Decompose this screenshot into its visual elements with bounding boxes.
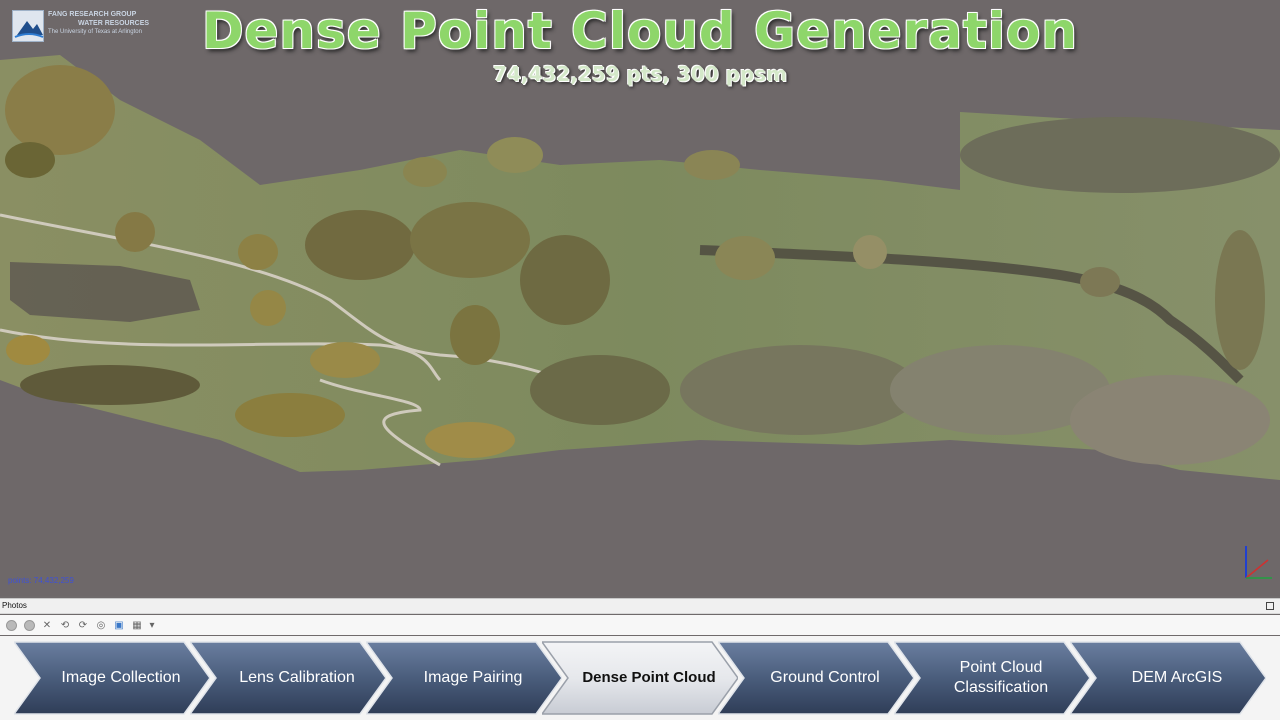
photos-panel-header: Photos	[0, 598, 1280, 614]
workflow-step-label: Dense Point Cloud	[582, 669, 716, 686]
dropdown-arrow-icon[interactable]: ▾	[148, 618, 156, 632]
3d-viewport[interactable]: FANG RESEARCH GROUP WATER RESOURCES The …	[0, 0, 1280, 596]
remove-icon[interactable]	[22, 618, 36, 632]
page-title: Dense Point Cloud Generation	[202, 2, 1078, 60]
workflow-step[interactable]: Image Collection	[14, 640, 210, 716]
workflow-step-label: Lens Calibration	[239, 669, 355, 686]
workflow-step[interactable]: DEM ArcGIS	[1070, 640, 1266, 716]
workflow-step[interactable]: Lens Calibration	[190, 640, 386, 716]
page-subtitle: 74,432,259 pts, 300 ppsm	[493, 62, 787, 86]
point-cloud-render	[0, 55, 1280, 480]
workflow-step-label: Point Cloud Classification	[953, 659, 1049, 696]
workflow-chevron-bar: Image Collection Lens Calibration Image Pa…	[0, 636, 1280, 720]
rotate-right-icon[interactable]: ⟳	[76, 618, 90, 632]
workflow-step-label: Image Collection	[61, 669, 181, 686]
photos-toolbar: ✕ ⟲ ⟳ ◎ ▣ ▦ ▾	[0, 615, 1280, 635]
points-count-readout: points: 74,432,259	[8, 576, 74, 585]
circle-icon[interactable]	[4, 618, 18, 632]
workflow-step[interactable]: Image Pairing	[366, 640, 562, 716]
workflow-step[interactable]: Ground Control	[718, 640, 914, 716]
workflow-step[interactable]: Point Cloud Classification	[894, 640, 1090, 716]
close-icon[interactable]: ✕	[40, 618, 54, 632]
workflow-step-label: Image Pairing	[423, 669, 523, 686]
select-icon[interactable]: ▣	[112, 618, 126, 632]
workflow-step-label: DEM ArcGIS	[1131, 669, 1223, 686]
photos-panel-title: Photos	[2, 601, 27, 610]
workflow-step-label: Ground Control	[770, 669, 880, 686]
rotate-left-icon[interactable]: ⟲	[58, 618, 72, 632]
grid-view-icon[interactable]: ▦	[130, 618, 144, 632]
restore-icon[interactable]	[1266, 602, 1274, 610]
xyz-axes-icon	[1245, 546, 1272, 579]
workflow-step[interactable]: Dense Point Cloud	[542, 640, 738, 716]
binoculars-icon[interactable]: ◎	[94, 618, 108, 632]
